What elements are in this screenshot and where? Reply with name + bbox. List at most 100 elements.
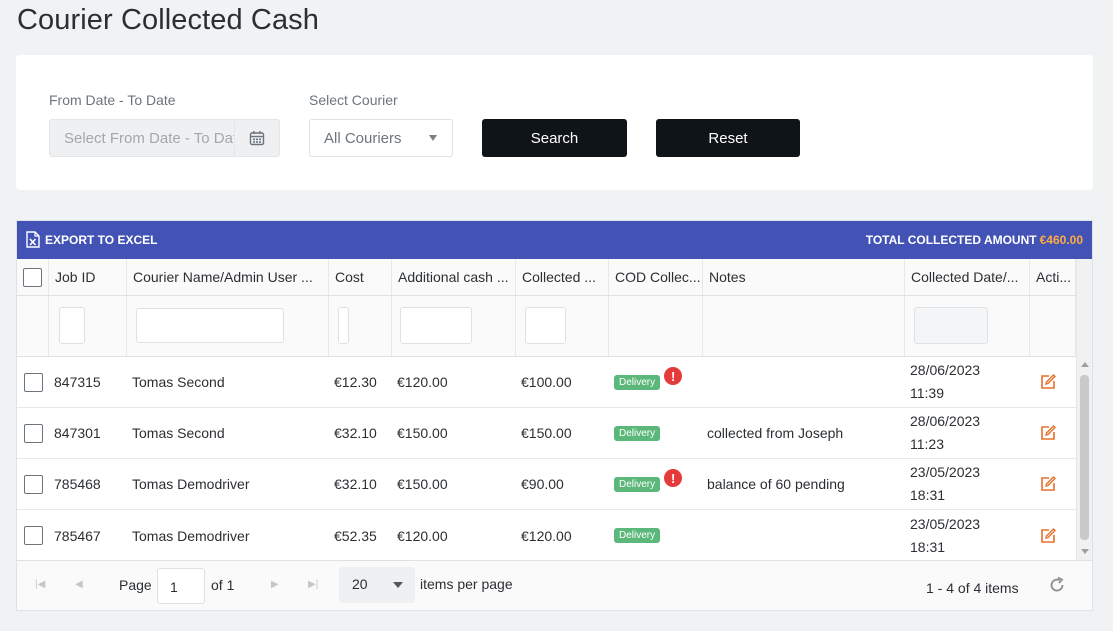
page-number-input[interactable]: 1 bbox=[157, 568, 205, 604]
delivery-badge: Delivery bbox=[614, 476, 661, 492]
courier-cell: Tomas Second bbox=[132, 374, 225, 390]
total-amount: €460.00 bbox=[1039, 233, 1083, 247]
column-header-courier[interactable]: Courier Name/Admin User ... bbox=[127, 259, 329, 295]
additional-cash-cell: €120.00 bbox=[397, 374, 448, 390]
export-to-excel-button[interactable]: EXPORT TO EXCEL bbox=[26, 231, 157, 248]
filter-cell-cod bbox=[609, 296, 703, 356]
first-page-icon[interactable]: |◀ bbox=[35, 579, 45, 590]
date-value: 28/06/2023 bbox=[910, 362, 981, 378]
excel-icon bbox=[26, 231, 40, 248]
items-per-page-label: items per page bbox=[420, 576, 513, 592]
edit-button[interactable] bbox=[1040, 408, 1056, 458]
column-header-cost[interactable]: Cost bbox=[329, 259, 392, 295]
vertical-scrollbar[interactable] bbox=[1076, 259, 1092, 560]
column-header-collected[interactable]: Collected ... bbox=[516, 259, 609, 295]
date-cell: 28/06/2023 11:39 bbox=[910, 357, 980, 407]
courier-filter-input[interactable] bbox=[136, 308, 284, 343]
total-collected: TOTAL COLLECTED AMOUNT €460.00 bbox=[866, 233, 1083, 247]
reset-button[interactable]: Reset bbox=[656, 119, 800, 157]
cost-cell: €52.35 bbox=[334, 527, 377, 544]
scrollbar-thumb[interactable] bbox=[1080, 375, 1089, 540]
courier-cell: Tomas Second bbox=[132, 425, 225, 441]
filter-cell-courier bbox=[127, 296, 329, 356]
additional-cash-filter-input[interactable] bbox=[400, 307, 472, 344]
search-button[interactable]: Search bbox=[482, 119, 627, 157]
alert-icon[interactable]: ! bbox=[664, 367, 683, 385]
select-all-checkbox[interactable] bbox=[23, 267, 42, 287]
filter-panel: From Date - To Date Select From Date - T… bbox=[16, 55, 1093, 190]
cost-filter-input[interactable] bbox=[338, 307, 349, 344]
table-row[interactable]: 785468 Tomas Demodriver €32.10 €150.00 €… bbox=[17, 459, 1076, 510]
additional-cash-cell: €120.00 bbox=[397, 527, 448, 544]
job-id-cell: 847301 bbox=[54, 425, 101, 441]
row-checkbox[interactable] bbox=[24, 372, 43, 392]
total-label: TOTAL COLLECTED AMOUNT bbox=[865, 233, 1037, 247]
courier-select-label: Select Courier bbox=[309, 92, 398, 108]
grid-filter-row bbox=[17, 296, 1076, 357]
column-header-notes[interactable]: Notes bbox=[703, 259, 905, 295]
date-filter-input[interactable] bbox=[914, 307, 988, 344]
delivery-badge: Delivery bbox=[614, 528, 661, 543]
row-checkbox[interactable] bbox=[24, 423, 43, 443]
job-id-cell: 847315 bbox=[54, 374, 101, 390]
scroll-down-icon[interactable] bbox=[1081, 549, 1089, 554]
edit-icon bbox=[1041, 476, 1056, 491]
notes-cell: collected from Joseph bbox=[707, 425, 844, 441]
collected-cell: €90.00 bbox=[521, 476, 564, 492]
cod-cell: Delivery ! bbox=[614, 459, 683, 509]
row-checkbox[interactable] bbox=[24, 526, 43, 545]
grid-header-row: Job ID Courier Name/Admin User ... Cost … bbox=[17, 259, 1076, 296]
column-header-additional-cash[interactable]: Additional cash ... bbox=[392, 259, 516, 295]
column-header-collected-date[interactable]: Collected Date/... bbox=[905, 259, 1030, 295]
date-value: 23/05/2023 bbox=[910, 464, 981, 480]
grid-toolbar: EXPORT TO EXCEL TOTAL COLLECTED AMOUNT €4… bbox=[17, 221, 1092, 259]
cash-grid: EXPORT TO EXCEL TOTAL COLLECTED AMOUNT €4… bbox=[16, 220, 1093, 611]
job-id-cell: 785467 bbox=[54, 527, 101, 544]
time-value: 18:31 bbox=[910, 538, 946, 555]
collected-filter-input[interactable] bbox=[525, 307, 566, 344]
notes-cell: balance of 60 pending bbox=[707, 476, 845, 492]
table-row[interactable]: 847315 Tomas Second €12.30 €120.00 €100.… bbox=[17, 357, 1076, 408]
page-title: Courier Collected Cash bbox=[17, 4, 319, 36]
items-per-page-select[interactable]: 20 bbox=[339, 567, 415, 603]
filter-cell-additional bbox=[392, 296, 516, 356]
table-row[interactable]: 785467 Tomas Demodriver €52.35 €120.00 €… bbox=[17, 510, 1076, 560]
date-range-input[interactable]: Select From Date - To Date bbox=[49, 119, 235, 157]
refresh-icon bbox=[1050, 576, 1064, 592]
filter-cell-job-id bbox=[49, 296, 127, 356]
date-range-label: From Date - To Date bbox=[49, 92, 176, 108]
table-row[interactable]: 847301 Tomas Second €32.10 €150.00 €150.… bbox=[17, 408, 1076, 459]
edit-icon bbox=[1041, 527, 1056, 543]
chevron-down-icon bbox=[429, 135, 437, 141]
column-header-job-id[interactable]: Job ID bbox=[49, 259, 127, 295]
date-value: 28/06/2023 bbox=[910, 413, 981, 429]
cost-cell: €32.10 bbox=[334, 476, 377, 492]
cod-cell: Delivery ! bbox=[614, 357, 683, 407]
row-checkbox[interactable] bbox=[24, 474, 43, 494]
courier-select[interactable]: All Couriers bbox=[309, 119, 453, 157]
filter-cell-empty bbox=[17, 296, 49, 356]
edit-icon bbox=[1041, 425, 1056, 440]
edit-button[interactable] bbox=[1040, 459, 1056, 509]
edit-button[interactable] bbox=[1040, 510, 1056, 560]
collected-cell: €100.00 bbox=[521, 374, 572, 390]
job-id-filter-input[interactable] bbox=[59, 307, 85, 344]
filter-cell-cost bbox=[329, 296, 392, 356]
alert-icon[interactable]: ! bbox=[664, 469, 683, 487]
column-header-cod-collected[interactable]: COD Collec... bbox=[609, 259, 703, 295]
edit-button[interactable] bbox=[1040, 357, 1056, 407]
previous-page-icon[interactable]: ◀ bbox=[75, 579, 83, 590]
filter-cell-date bbox=[905, 296, 1030, 356]
additional-cash-cell: €150.00 bbox=[397, 425, 448, 441]
refresh-button[interactable] bbox=[1048, 576, 1066, 597]
time-value: 11:23 bbox=[910, 436, 944, 452]
next-page-icon[interactable]: ▶ bbox=[271, 579, 279, 590]
cod-cell: Delivery bbox=[614, 408, 661, 458]
job-id-cell: 785468 bbox=[54, 476, 101, 492]
column-header-actions[interactable]: Acti... bbox=[1030, 259, 1076, 295]
last-page-icon[interactable]: ▶| bbox=[308, 579, 318, 590]
date-cell: 23/05/2023 18:31 bbox=[910, 459, 980, 509]
scroll-up-icon[interactable] bbox=[1081, 362, 1089, 367]
calendar-button[interactable] bbox=[234, 119, 280, 157]
filter-cell-actions bbox=[1030, 296, 1076, 356]
